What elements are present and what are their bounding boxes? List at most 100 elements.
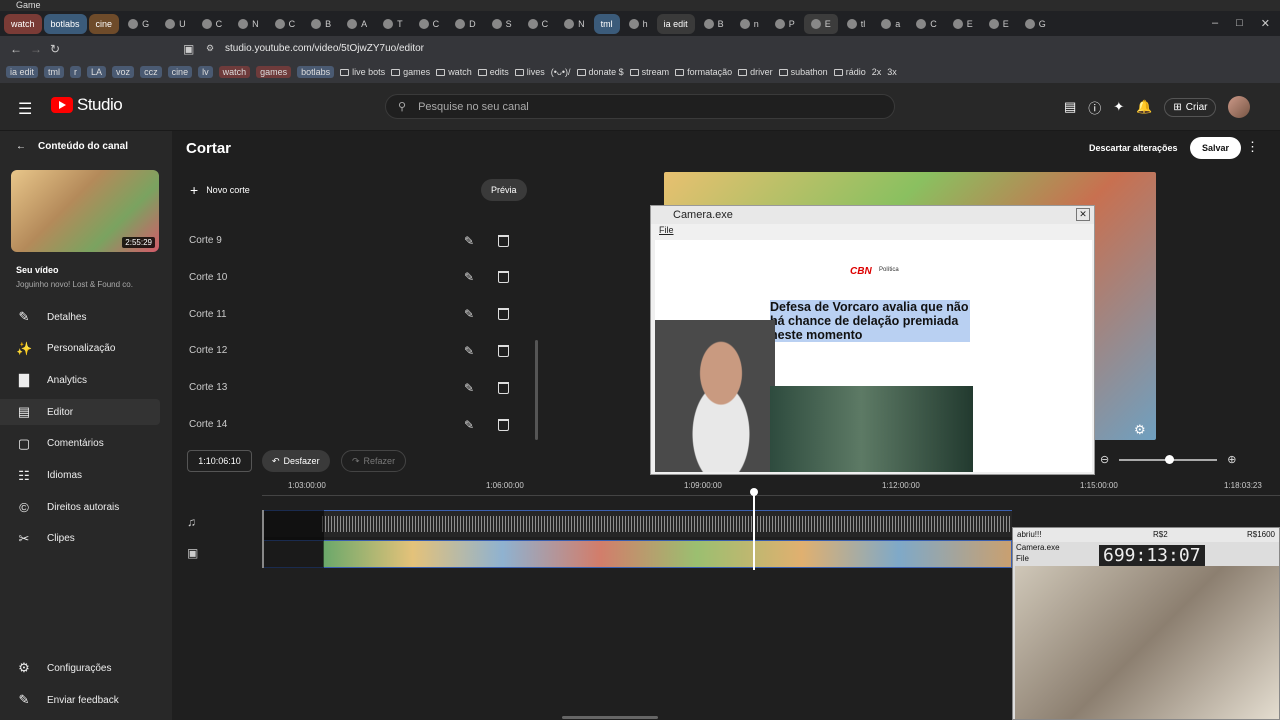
bookmark-item[interactable]: watch [218, 66, 251, 78]
bookmark-item[interactable]: watch [436, 67, 472, 77]
browser-tab[interactable]: E [982, 14, 1016, 34]
browser-tab[interactable]: D [448, 14, 483, 34]
bookmark-item[interactable]: 3x [887, 67, 897, 77]
edit-icon[interactable]: ✎ [464, 418, 474, 432]
browser-tab[interactable]: N [557, 14, 592, 34]
redo-button[interactable]: ↷ Refazer [341, 450, 407, 472]
back-icon[interactable]: ← [10, 42, 22, 56]
bookmark-item[interactable]: stream [629, 67, 669, 77]
bookmark-item[interactable]: voz [112, 66, 135, 78]
sidebar-item-analytics[interactable]: ▇ Analytics [16, 367, 162, 393]
create-button[interactable]: ⊞ Criar [1164, 97, 1217, 117]
browser-tab[interactable]: S [485, 14, 519, 34]
edit-icon[interactable]: ✎ [464, 344, 474, 358]
search-input[interactable]: ⚲ Pesquise no seu canal [385, 94, 895, 119]
bookmark-item[interactable]: ccz [140, 66, 162, 78]
browser-tab[interactable]: C [521, 14, 556, 34]
trash-icon[interactable] [498, 344, 509, 357]
browser-tab[interactable]: a [874, 14, 907, 34]
sidebar-item-direitos-autorais[interactable]: © Direitos autorais [16, 494, 162, 520]
preview-button[interactable]: Prévia [481, 179, 527, 201]
bookmark-item[interactable]: lv [198, 66, 213, 78]
bookmark-item[interactable]: formatação [675, 67, 732, 77]
reload-icon[interactable]: ↻ [50, 42, 60, 56]
sidebar-item-feedback[interactable]: ✎ Enviar feedback [16, 687, 162, 713]
forward-icon[interactable]: → [30, 42, 42, 56]
sidebar-item-personaliza-o[interactable]: ✨ Personalização [16, 336, 162, 362]
bookmark-item[interactable]: edits [477, 67, 509, 77]
bookmark-item[interactable]: ia edit [6, 66, 39, 78]
edit-icon[interactable]: ✎ [464, 270, 474, 284]
cut-list-item[interactable]: Corte 11 ✎ [172, 296, 537, 333]
sidebar-item-settings[interactable]: ⚙ Configurações [16, 655, 162, 681]
bookmark-item[interactable]: cine [167, 66, 193, 78]
bell-icon[interactable]: 🔔 [1136, 99, 1152, 115]
zoom-in-icon[interactable]: ⊕ [1227, 453, 1236, 466]
site-info-icon[interactable]: ⚙ [206, 43, 214, 54]
video-track[interactable] [262, 540, 1012, 568]
page-scrollbar[interactable] [562, 716, 658, 719]
tab-group[interactable]: ia edit [656, 13, 695, 34]
bookmark-item[interactable]: driver [738, 67, 773, 77]
cut-list-item[interactable]: Corte 12 ✎ [172, 332, 537, 369]
studio-logo[interactable]: Studio [51, 95, 123, 115]
browser-tab[interactable]: G [121, 14, 156, 34]
tab-group[interactable]: botlabs [43, 13, 87, 34]
browser-tab[interactable]: E [946, 14, 980, 34]
browser-tab[interactable]: n [733, 14, 766, 34]
video-thumbnail[interactable]: 2:55:29 [11, 170, 159, 252]
browser-tab[interactable]: B [304, 14, 338, 34]
trash-icon[interactable] [498, 271, 509, 284]
browser-tab[interactable]: A [340, 14, 374, 34]
cut-list-item[interactable]: Corte 14 ✎ [172, 406, 537, 443]
sidebar-item-coment-rios[interactable]: ▢ Comentários [16, 431, 162, 457]
bookmark-item[interactable]: r [70, 66, 82, 78]
trash-icon[interactable] [498, 418, 509, 431]
bookmark-item[interactable]: games [256, 66, 292, 78]
minimize-icon[interactable]: – [1212, 17, 1218, 30]
bookmark-item[interactable]: 2x [872, 67, 882, 77]
subtitles-icon[interactable]: ▤ [1064, 99, 1076, 115]
bookmark-item[interactable]: subathon [778, 67, 828, 77]
new-cut-button[interactable]: + Novo corte [182, 179, 258, 201]
sidebar-item-clipes[interactable]: ✂ Clipes [16, 526, 162, 552]
audio-track[interactable] [262, 510, 1012, 537]
back-to-content-button[interactable]: ← Conteúdo do canal [16, 141, 128, 152]
browser-tab[interactable]: C [412, 14, 447, 34]
sidebar-item-idiomas[interactable]: ☷ Idiomas [16, 463, 162, 489]
bookmark-item[interactable]: botlabs [297, 66, 335, 78]
camera-file-menu[interactable]: File [659, 225, 674, 235]
bookmark-icon[interactable]: ▣ [183, 42, 194, 56]
bookmark-item[interactable]: rádio [833, 67, 866, 77]
browser-tab[interactable]: C [909, 14, 944, 34]
browser-tab[interactable]: G [1018, 14, 1053, 34]
bookmark-item[interactable]: donate $ [576, 67, 624, 77]
browser-tab[interactable]: C [195, 14, 230, 34]
url-text[interactable]: studio.youtube.com/video/5tOjwZY7uo/edit… [225, 43, 424, 54]
zoom-out-icon[interactable]: ⊖ [1100, 453, 1109, 466]
cut-list-item[interactable]: Corte 13 ✎ [172, 369, 537, 406]
more-options-icon[interactable]: ⋮ [1246, 139, 1259, 155]
browser-tab[interactable]: T [376, 14, 410, 34]
cut-region[interactable] [262, 510, 324, 568]
cut-list-item[interactable]: Corte 9 ✎ [172, 222, 537, 259]
bookmark-item[interactable]: games [391, 67, 430, 77]
close-window-icon[interactable]: ✕ [1261, 17, 1270, 30]
bookmark-item[interactable]: tml [44, 66, 65, 78]
sparkle-icon[interactable]: ✦ [1113, 99, 1124, 115]
edit-icon[interactable]: ✎ [464, 381, 474, 395]
maximize-icon[interactable]: □ [1236, 17, 1243, 30]
tab-group[interactable]: watch [4, 13, 42, 34]
menu-icon[interactable]: ☰ [18, 99, 32, 119]
undo-button[interactable]: ↶ Desfazer [262, 450, 330, 472]
sidebar-item-detalhes[interactable]: ✎ Detalhes [16, 304, 162, 330]
tab-group[interactable]: tml [593, 13, 620, 34]
cut-list-item[interactable]: Corte 10 ✎ [172, 259, 537, 296]
browser-tab[interactable]: N [231, 14, 266, 34]
tab-group[interactable]: cine [88, 13, 120, 34]
current-time-field[interactable]: 1:10:06:10 [187, 450, 252, 472]
playhead[interactable] [750, 488, 758, 570]
preview-settings-icon[interactable]: ⚙ [1134, 422, 1146, 438]
bookmark-item[interactable]: LA [87, 66, 107, 78]
browser-tab[interactable]: C [268, 14, 303, 34]
